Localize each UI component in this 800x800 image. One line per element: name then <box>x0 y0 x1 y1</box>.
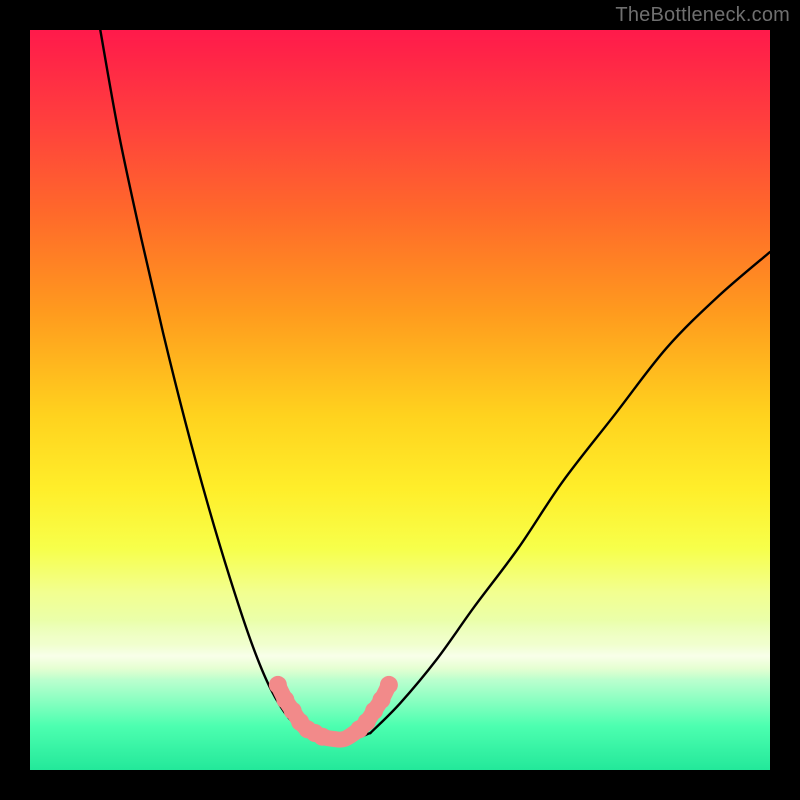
watermark-text: TheBottleneck.com <box>615 4 790 27</box>
left-curve-path <box>100 30 307 733</box>
chart-stage: TheBottleneck.com <box>0 0 800 800</box>
plot-area <box>30 30 770 770</box>
right-curve-path <box>370 252 770 733</box>
curve-layer <box>30 30 770 770</box>
